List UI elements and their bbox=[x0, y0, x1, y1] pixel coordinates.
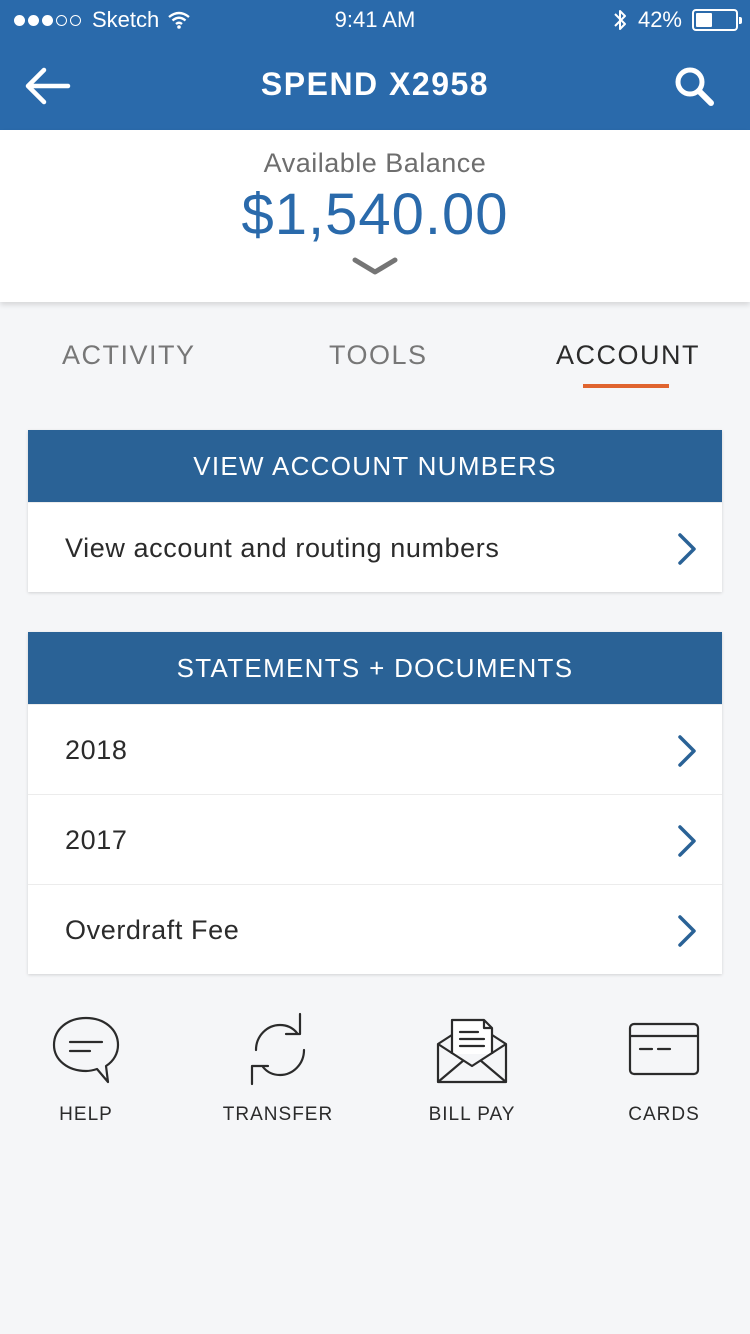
refresh-arrows-icon bbox=[250, 1012, 306, 1086]
chevron-right-icon bbox=[678, 533, 696, 565]
transfer-button[interactable]: TRANSFER bbox=[198, 1010, 358, 1126]
list-item-label: 2018 bbox=[65, 735, 128, 765]
tab-activity[interactable]: ACTIVITY bbox=[62, 340, 196, 371]
help-label: HELP bbox=[59, 1104, 113, 1125]
battery-percent: 42% bbox=[637, 7, 682, 32]
list-item-label: 2017 bbox=[65, 825, 128, 855]
chevron-right-icon bbox=[678, 825, 696, 857]
quick-actions: HELP TRANSFER BILL PAY CARDS bbox=[0, 1010, 750, 1140]
tab-tools[interactable]: TOOLS bbox=[329, 340, 428, 371]
account-numbers-header: VIEW ACCOUNT NUMBERS bbox=[28, 430, 722, 502]
bill-pay-label: BILL PAY bbox=[428, 1104, 516, 1125]
list-item-label: Overdraft Fee bbox=[65, 915, 240, 945]
tab-bar: ACTIVITY TOOLS ACCOUNT bbox=[0, 330, 750, 400]
balance-panel: Available Balance $1,540.00 bbox=[0, 130, 750, 302]
page-title: SPEND X2958 bbox=[260, 66, 490, 102]
status-right: 42% bbox=[612, 7, 742, 33]
list-item[interactable]: View account and routing numbers bbox=[28, 502, 722, 592]
list-item-label: View account and routing numbers bbox=[65, 533, 500, 563]
chevron-right-icon bbox=[678, 915, 696, 947]
balance-label: Available Balance bbox=[263, 148, 487, 178]
account-numbers-card: VIEW ACCOUNT NUMBERS View account and ro… bbox=[28, 430, 722, 592]
envelope-icon bbox=[436, 1018, 508, 1084]
bill-pay-button[interactable]: BILL PAY bbox=[392, 1010, 552, 1126]
statements-header: STATEMENTS + DOCUMENTS bbox=[28, 632, 722, 704]
tab-account[interactable]: ACCOUNT bbox=[556, 340, 700, 371]
cards-label: CARDS bbox=[628, 1104, 700, 1125]
top-bar: Sketch 9:41 AM 42% SPEND X2958 bbox=[0, 0, 750, 130]
battery-icon bbox=[692, 9, 742, 31]
chevron-down-icon[interactable] bbox=[352, 256, 398, 278]
list-item[interactable]: Overdraft Fee bbox=[28, 884, 722, 974]
status-bar: Sketch 9:41 AM 42% bbox=[0, 0, 750, 40]
statements-card: STATEMENTS + DOCUMENTS 2018 2017 Overdra… bbox=[28, 632, 722, 974]
cards-button[interactable]: CARDS bbox=[584, 1010, 744, 1126]
help-button[interactable]: HELP bbox=[6, 1010, 166, 1126]
chevron-right-icon bbox=[678, 735, 696, 767]
bluetooth-icon bbox=[614, 10, 626, 30]
active-tab-indicator bbox=[583, 384, 669, 388]
balance-amount: $1,540.00 bbox=[241, 182, 509, 247]
credit-card-icon bbox=[628, 1022, 700, 1076]
search-icon[interactable] bbox=[672, 64, 716, 108]
transfer-label: TRANSFER bbox=[222, 1104, 334, 1125]
list-item[interactable]: 2017 bbox=[28, 794, 722, 884]
list-item[interactable]: 2018 bbox=[28, 704, 722, 794]
chat-bubble-icon bbox=[52, 1016, 120, 1084]
